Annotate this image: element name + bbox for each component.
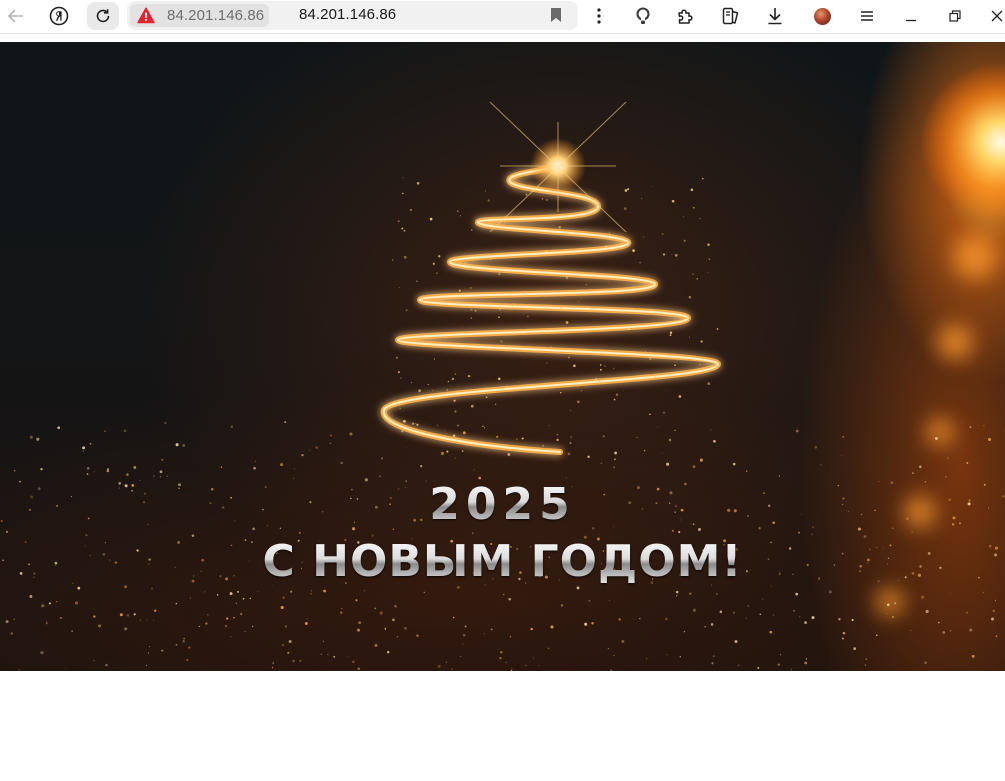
hero-year: 2025 (0, 479, 1005, 530)
yandex-button[interactable] (44, 2, 74, 30)
address-bar[interactable]: 84.201.146.86 84.201.146.86 (127, 1, 578, 30)
security-chip[interactable]: 84.201.146.86 (130, 4, 269, 27)
back-button[interactable] (1, 2, 31, 30)
new-year-banner: 2025 С НОВЫМ ГОДОМ! (0, 42, 1005, 671)
profile-button[interactable] (807, 2, 837, 30)
restore-button[interactable] (940, 2, 970, 30)
close-x-icon (991, 10, 1003, 22)
close-window-button[interactable] (982, 2, 1005, 30)
reload-icon (94, 7, 112, 25)
reload-button[interactable] (87, 2, 119, 30)
restore-icon (949, 10, 961, 22)
vertical-dots-icon (597, 8, 601, 24)
minimize-button[interactable] (896, 2, 926, 30)
privacy-button[interactable] (628, 2, 658, 30)
hero-greeting: С НОВЫМ ГОДОМ! (0, 536, 1005, 587)
hamburger-icon (861, 11, 873, 21)
url-text[interactable]: 84.201.146.86 (299, 6, 396, 23)
collections-button[interactable] (716, 2, 746, 30)
bookmark-icon[interactable] (550, 7, 562, 23)
avatar-icon (813, 7, 831, 25)
browser-toolbar: 84.201.146.86 84.201.146.86 (0, 0, 1005, 34)
downloads-button[interactable] (760, 2, 790, 30)
yandex-logo-icon (49, 6, 69, 26)
page-menu-button[interactable] (584, 2, 614, 30)
minimize-icon (905, 10, 917, 22)
shield-lightbulb-icon (634, 6, 652, 26)
arrow-left-icon (8, 9, 24, 23)
page-content: 2025 С НОВЫМ ГОДОМ! (0, 35, 1005, 781)
extensions-button[interactable] (671, 2, 701, 30)
security-chip-host: 84.201.146.86 (167, 7, 265, 24)
settings-menu-button[interactable] (852, 2, 882, 30)
warning-triangle-icon (137, 7, 155, 24)
download-arrow-icon (767, 7, 783, 25)
collections-icon (721, 6, 741, 26)
puzzle-icon (676, 6, 696, 26)
